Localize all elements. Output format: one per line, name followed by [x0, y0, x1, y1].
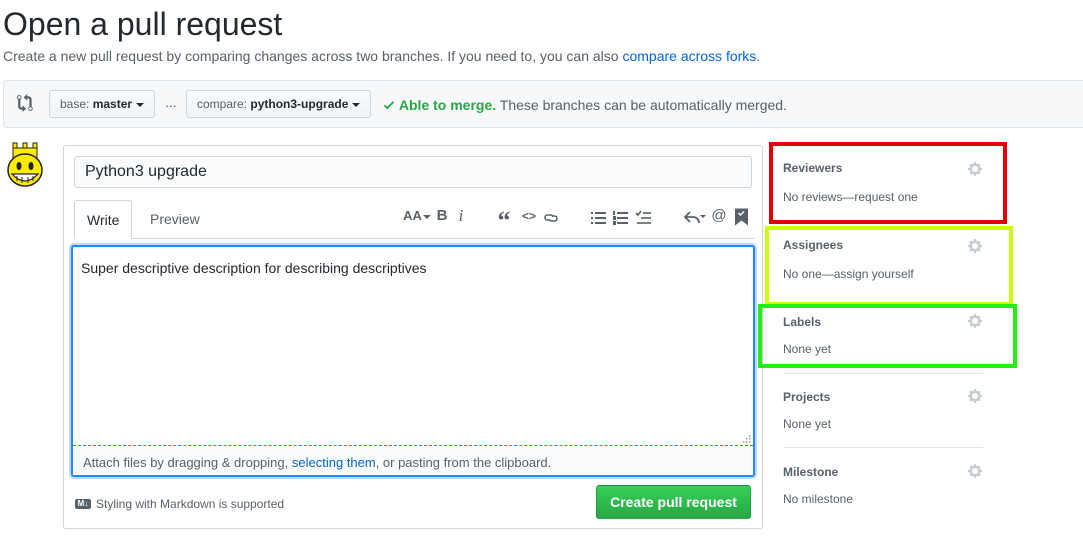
- projects-value[interactable]: None yet: [783, 416, 831, 432]
- range-ellipsis: ...: [165, 94, 177, 110]
- compare-forks-link[interactable]: compare across forks: [622, 48, 756, 64]
- base-branch-value: master: [92, 97, 133, 111]
- description-text: Super descriptive description for descri…: [81, 260, 427, 276]
- header-icon[interactable]: AA: [403, 206, 431, 226]
- mention-icon[interactable]: @: [711, 206, 727, 226]
- compare-branch-label: compare:: [197, 97, 248, 111]
- caret-down-icon: [136, 102, 145, 107]
- labels-highlight-box: [758, 304, 1017, 368]
- unordered-list-icon[interactable]: [591, 208, 606, 228]
- task-list-icon[interactable]: [635, 208, 651, 228]
- ordered-list-icon[interactable]: [613, 208, 628, 228]
- sidebar-divider: [783, 373, 983, 374]
- caret-down-icon: [352, 102, 361, 107]
- attach-files-bar[interactable]: Attach files by dragging & dropping, sel…: [73, 445, 753, 475]
- caret-down-icon: [422, 214, 431, 219]
- resize-grip-icon[interactable]: [743, 435, 751, 443]
- markdown-icon: M↓: [75, 498, 91, 509]
- page-subtitle: Create a new pull request by comparing c…: [3, 47, 760, 65]
- tab-write[interactable]: Write: [74, 200, 133, 239]
- base-branch-label: base:: [60, 97, 90, 111]
- header-text: AA: [403, 208, 422, 223]
- check-icon: [383, 101, 395, 110]
- gear-icon[interactable]: [967, 388, 983, 404]
- markdown-note-text: Styling with Markdown is supported: [96, 497, 285, 511]
- quote-icon[interactable]: “: [496, 206, 512, 235]
- page-title: Open a pull request: [3, 6, 283, 42]
- description-textarea[interactable]: [71, 245, 755, 477]
- sidebar-divider: [783, 447, 983, 448]
- milestone-heading[interactable]: Milestone: [783, 464, 838, 480]
- subtitle-suffix: .: [756, 48, 761, 64]
- gear-icon[interactable]: [967, 463, 983, 479]
- merge-status: Able to merge. These branches can be aut…: [383, 96, 787, 114]
- milestone-value[interactable]: No milestone: [783, 491, 853, 507]
- projects-heading[interactable]: Projects: [783, 389, 830, 405]
- subtitle-text: Create a new pull request by comparing c…: [3, 48, 623, 64]
- avatar-icon[interactable]: [6, 142, 44, 190]
- attach-text: Attach files by dragging & dropping,: [83, 455, 292, 470]
- bookmark-icon[interactable]: [735, 207, 748, 227]
- compare-icon: [17, 94, 33, 112]
- markdown-note[interactable]: M↓ Styling with Markdown is supported: [75, 496, 284, 512]
- reviewers-highlight-box: [769, 142, 1007, 224]
- link-icon[interactable]: [543, 208, 559, 228]
- compare-branch-value: python3-upgrade: [250, 97, 349, 111]
- italic-icon[interactable]: i: [455, 206, 467, 226]
- compare-branch-select[interactable]: compare: python3-upgrade: [186, 90, 372, 118]
- merge-status-strong: Able to merge.: [398, 97, 497, 113]
- base-branch-select[interactable]: base: master: [49, 90, 156, 118]
- bold-icon[interactable]: B: [435, 206, 449, 226]
- assignees-highlight-box: [765, 226, 1013, 306]
- tab-preview[interactable]: Preview: [138, 200, 212, 239]
- code-icon[interactable]: <>: [520, 206, 538, 226]
- select-files-link[interactable]: selecting them: [292, 455, 376, 470]
- attach-suffix: , or pasting from the clipboard.: [375, 455, 552, 470]
- reply-icon[interactable]: [684, 207, 706, 227]
- create-pull-request-button[interactable]: Create pull request: [596, 485, 751, 519]
- title-input[interactable]: [74, 156, 752, 188]
- merge-status-text: These branches can be automatically merg…: [499, 97, 787, 113]
